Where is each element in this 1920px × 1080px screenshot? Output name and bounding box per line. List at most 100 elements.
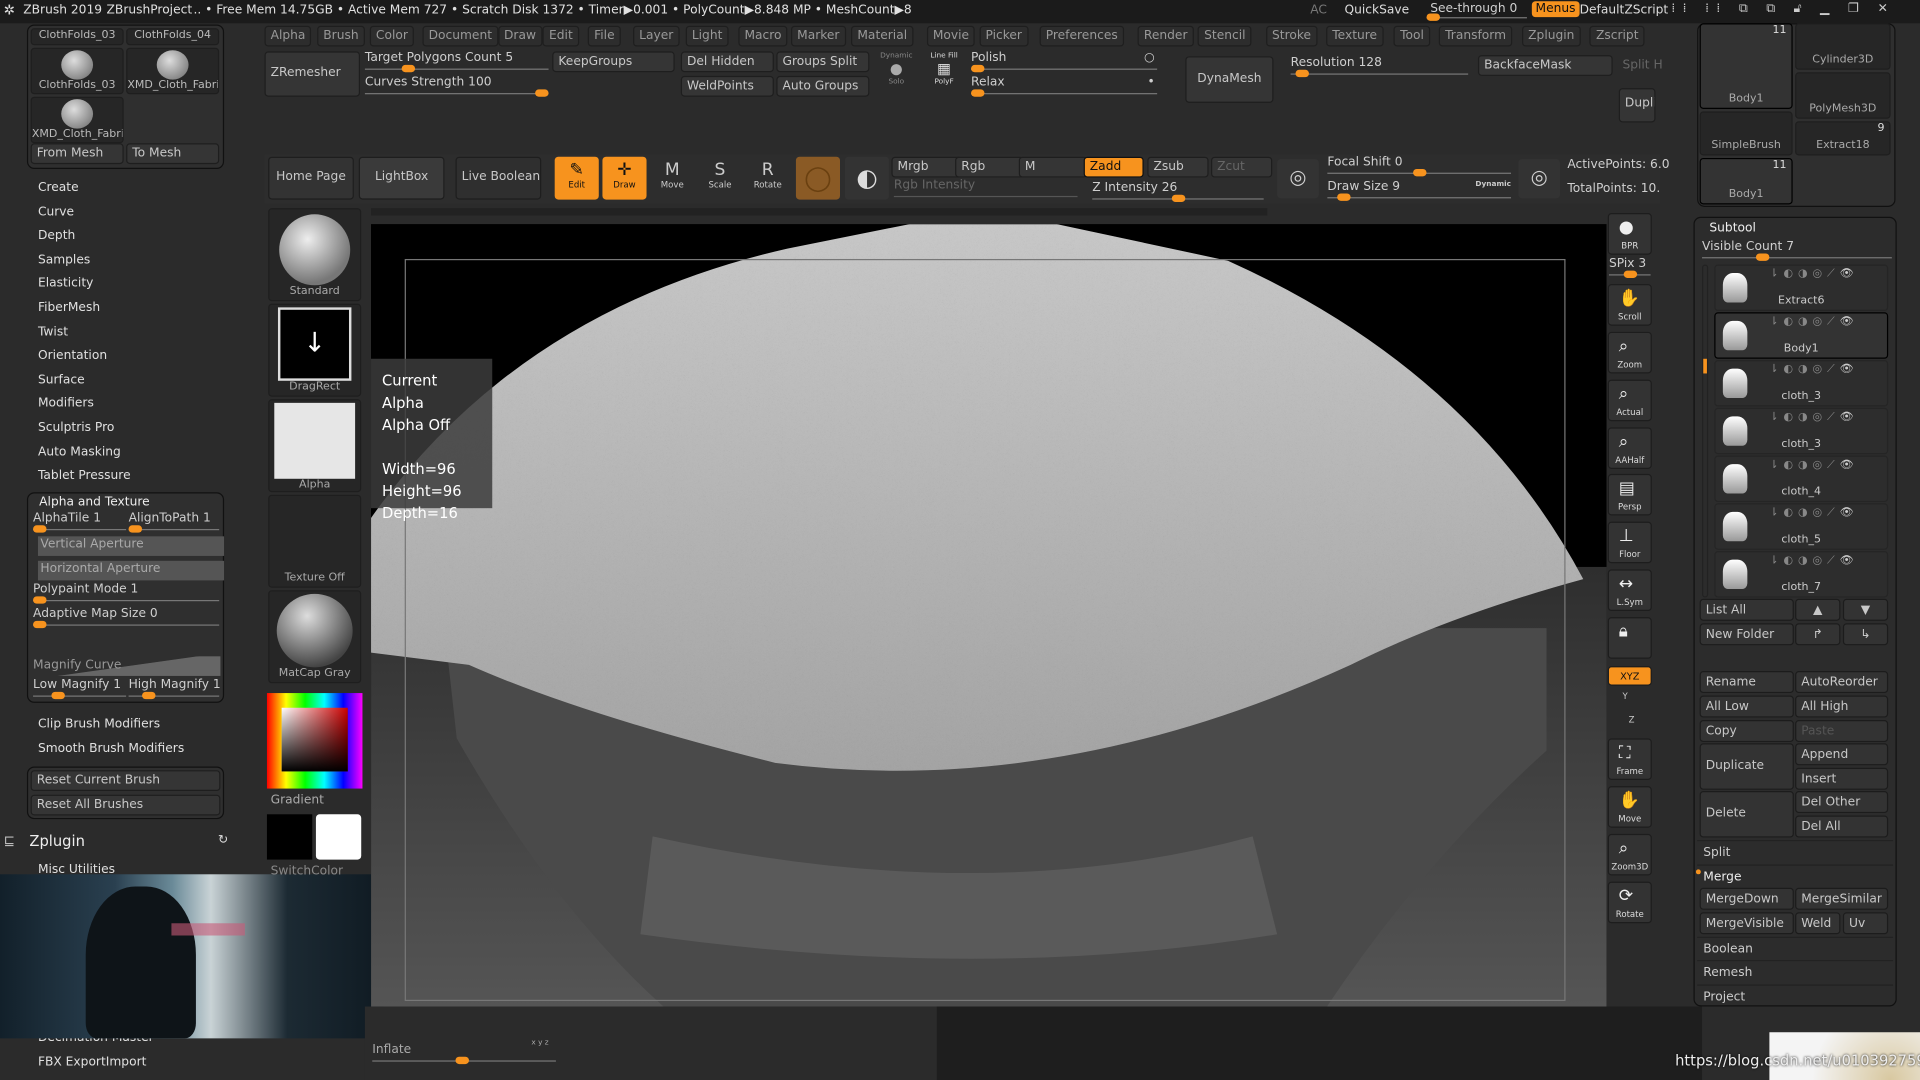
subtool-controls-icons[interactable]: ⇂◐◑◎⟋👁︎ <box>1769 268 1858 280</box>
shelf-persp-button[interactable]: ▤ Persp <box>1607 473 1652 516</box>
shelf-zoom3d-button[interactable]: ⌕ Zoom3D <box>1607 833 1652 876</box>
subtool-item[interactable]: ⇂◐◑◎⟋👁︎ Body1 <box>1714 312 1889 359</box>
color-picker[interactable] <box>266 693 363 789</box>
menu-layer[interactable]: Layer <box>633 25 680 47</box>
all-high-button[interactable]: All High <box>1795 695 1889 718</box>
up-icon[interactable]: ▲ <box>1795 598 1841 621</box>
shelf-actual-button[interactable]: ⌕ Actual <box>1607 379 1652 422</box>
z-intensity-slider[interactable]: Z Intensity 26 <box>1092 181 1264 203</box>
rotate-button[interactable]: R Rotate <box>746 157 790 200</box>
canvas-scrollbar[interactable] <box>371 208 1268 216</box>
menu-auto-masking[interactable]: Auto Masking <box>38 445 121 458</box>
shelf-floor-button[interactable]: ⊥ Floor <box>1607 521 1652 564</box>
material-orb-icon[interactable]: ◯ <box>795 156 841 200</box>
subtool-item[interactable]: ⇂◐◑◎⟋👁︎ cloth_3 <box>1714 360 1889 407</box>
aligntopath-slider[interactable]: AlignToPath 1 <box>128 512 220 534</box>
switchcolor-button[interactable]: SwitchColor <box>271 864 343 877</box>
del-other-button[interactable]: Del Other <box>1795 791 1889 814</box>
window-controls-icons[interactable]: ⁞⁞ ⁞⁞ ⧉ ⧉ 🔓︎ ▁ ❐ ✕ <box>1671 2 1895 15</box>
dupli-button[interactable]: Dupli <box>1618 88 1656 123</box>
append-button[interactable]: Append <box>1795 743 1889 766</box>
solo-button[interactable]: Dynamic ● Solo <box>874 51 918 95</box>
menu-transform[interactable]: Transform <box>1439 25 1513 47</box>
magnify-curve-editor[interactable]: Magnify Curve <box>31 656 221 676</box>
subtool-item[interactable]: ⇂◐◑◎⟋👁︎ Extract6 <box>1714 264 1889 312</box>
visible-count-slider[interactable]: Visible Count 7 <box>1702 240 1892 262</box>
mergesimilar-button[interactable]: MergeSimilar <box>1795 887 1889 910</box>
list-all-button[interactable]: List All <box>1699 598 1794 621</box>
gradient-label[interactable]: Gradient <box>271 793 324 806</box>
subtool-scrollbar[interactable] <box>1702 264 1709 598</box>
brush-thumb[interactable]: XMD_Cloth_Fabri <box>126 47 220 95</box>
texture-selector[interactable]: Texture Off <box>268 494 362 588</box>
target-polygons-slider[interactable]: Target Polygons Count 5 <box>364 51 549 73</box>
del-hidden-button[interactable]: Del Hidden <box>680 51 774 73</box>
section-project[interactable]: Project <box>1697 984 1894 1008</box>
lightbox-button[interactable]: LightBox <box>358 156 445 200</box>
menu-stroke[interactable]: Stroke <box>1265 25 1318 47</box>
tool-thumb-extract18[interactable]: 9 Extract18 <box>1795 121 1891 156</box>
brush-thumb[interactable]: XMD_Cloth_Fabri <box>30 96 124 144</box>
auto-groups-button[interactable]: Auto Groups <box>776 75 870 97</box>
down-icon[interactable]: ▼ <box>1842 598 1889 621</box>
zsub-button[interactable]: Zsub <box>1147 156 1209 178</box>
weld-button[interactable]: Weld <box>1795 912 1841 935</box>
autoreorder-button[interactable]: AutoReorder <box>1795 671 1889 694</box>
shelf-scroll-button[interactable]: ✋ Scroll <box>1607 284 1652 326</box>
curves-strength-slider[interactable]: Curves Strength 100 <box>364 76 549 98</box>
ac-button[interactable]: AC <box>1310 4 1327 17</box>
zcut-button[interactable]: Zcut <box>1211 156 1273 178</box>
subtool-controls-icons[interactable]: ⇂◐◑◎⟋👁︎ <box>1769 364 1858 376</box>
spix-slider[interactable]: SPix 3 <box>1608 257 1651 279</box>
groups-split-button[interactable]: Groups Split <box>776 51 870 73</box>
zremesher-button[interactable]: ZRemesher <box>264 51 361 97</box>
alpha-texture-title[interactable]: Alpha and Texture <box>39 496 149 509</box>
menu-macro[interactable]: Macro <box>738 25 788 47</box>
menu-document[interactable]: Document <box>422 25 499 47</box>
menu-elasticity[interactable]: Elasticity <box>38 277 93 290</box>
viewport-canvas[interactable] <box>371 224 1607 1007</box>
low-magnify-slider[interactable]: Low Magnify 1 <box>33 678 127 700</box>
brush-dynamic-d-icon[interactable]: ◎ <box>1518 159 1561 199</box>
vertical-aperture-button[interactable]: Vertical Aperture <box>37 536 225 556</box>
brush-selector-standard[interactable]: Standard <box>268 208 362 302</box>
resolution-slider[interactable]: Resolution 128 <box>1290 56 1469 78</box>
weldpoints-button[interactable]: WeldPoints <box>680 75 774 97</box>
draw-size-slider[interactable]: Draw Size 9 Dynamic <box>1327 180 1512 202</box>
scale-button[interactable]: S Scale <box>698 157 742 200</box>
horizontal-aperture-button[interactable]: Horizontal Aperture <box>37 560 225 581</box>
menu-brush[interactable]: Brush <box>317 25 365 47</box>
sphere-brush-icon[interactable]: ◐ <box>844 156 889 200</box>
menu-clip-brush-modifiers[interactable]: Clip Brush Modifiers <box>38 718 160 731</box>
section-merge[interactable]: Merge <box>1697 864 1894 888</box>
polish-slider[interactable]: Polish ○ <box>971 51 1158 73</box>
insert-button[interactable]: Insert <box>1795 767 1889 790</box>
paste-button[interactable]: Paste <box>1795 720 1889 743</box>
section-remesh[interactable]: Remesh <box>1697 960 1894 984</box>
inflate-slider[interactable]: Inflate x y z <box>372 1038 556 1065</box>
menu-create[interactable]: Create <box>38 181 79 194</box>
edit-button[interactable]: ✎ Edit <box>554 156 599 200</box>
rename-button[interactable]: Rename <box>1699 671 1794 694</box>
menu-draw[interactable]: Draw <box>497 25 543 47</box>
stroke-selector-dragrect[interactable]: ↓ DragRect <box>268 303 362 397</box>
menu-stencil[interactable]: Stencil <box>1198 25 1252 47</box>
polish-circle-icon[interactable]: ○ <box>1144 51 1155 64</box>
reset-current-brush-button[interactable]: Reset Current Brush <box>30 770 221 792</box>
tool-thumb-simplebrush[interactable]: SimpleBrush <box>1699 111 1793 156</box>
shelf-camera-lock-button[interactable]: 🔒︎ <box>1607 617 1652 659</box>
menu-fibermesh[interactable]: FiberMesh <box>38 301 100 314</box>
subtool-controls-icons[interactable]: ⇂◐◑◎⟋👁︎ <box>1769 555 1858 567</box>
section-split[interactable]: Split <box>1697 840 1894 864</box>
menu-samples[interactable]: Samples <box>38 253 90 266</box>
copy-button[interactable]: Copy <box>1699 720 1794 743</box>
keepgroups-button[interactable]: KeepGroups <box>552 51 675 73</box>
subtool-item[interactable]: ⇂◐◑◎⟋👁︎ cloth_3 <box>1714 407 1889 455</box>
menu-color[interactable]: Color <box>369 25 415 47</box>
zplugin-title[interactable]: Zplugin <box>29 833 85 850</box>
visibility-eye-icon[interactable]: 👁︎ <box>1840 507 1859 519</box>
visibility-eye-icon[interactable]: 👁︎ <box>1840 459 1859 471</box>
rgb-intensity-slider[interactable]: Rgb Intensity <box>893 179 1078 201</box>
shelf-z-button[interactable]: Z <box>1629 715 1635 725</box>
menu-light[interactable]: Light <box>685 25 729 47</box>
